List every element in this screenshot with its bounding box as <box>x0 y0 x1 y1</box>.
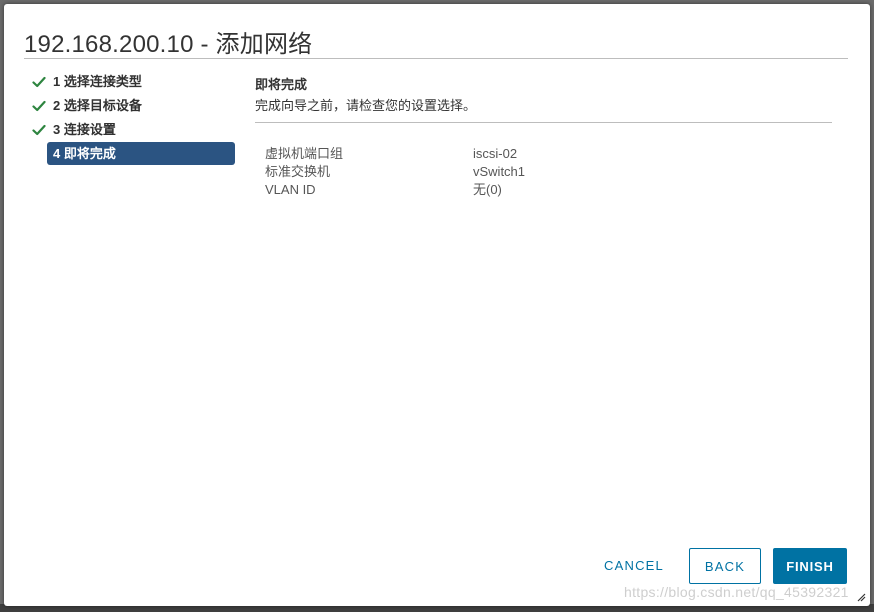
finish-button[interactable]: FINISH <box>773 548 847 584</box>
wizard-steps-nav: 1 选择连接类型 2 选择目标设备 3 连接设置 4 即将完成 <box>26 70 238 165</box>
wizard-step-label: 2 选择目标设备 <box>53 98 142 113</box>
checkmark-icon <box>32 76 46 88</box>
summary-row-port-group: 虚拟机端口组 iscsi-02 <box>255 145 833 163</box>
checkmark-icon <box>32 124 46 136</box>
summary-value: iscsi-02 <box>473 146 518 161</box>
summary-row-switch: 标准交换机 vSwitch1 <box>255 163 833 181</box>
panel-heading: 即将完成 <box>255 77 308 92</box>
wizard-step-label: 3 连接设置 <box>53 122 116 137</box>
add-network-dialog: 192.168.200.10 - 添加网络 1 选择连接类型 2 选择目标设备 … <box>4 4 870 606</box>
summary-row-vlan: VLAN ID 无(0) <box>255 181 833 199</box>
title-divider <box>24 58 848 59</box>
wizard-step-4-active[interactable]: 4 即将完成 <box>47 142 235 165</box>
panel-divider <box>255 122 832 123</box>
checkmark-icon <box>32 100 46 112</box>
wizard-step-2[interactable]: 2 选择目标设备 <box>26 94 238 118</box>
wizard-step-label: 1 选择连接类型 <box>53 74 142 89</box>
summary-key: 标准交换机 <box>265 164 331 179</box>
wizard-step-label: 4 即将完成 <box>53 146 116 161</box>
dialog-title: 192.168.200.10 - 添加网络 <box>24 31 313 58</box>
resize-grip-icon[interactable] <box>856 592 866 602</box>
panel-description: 完成向导之前，请检查您的设置选择。 <box>255 98 477 113</box>
summary-key: 虚拟机端口组 <box>265 146 344 161</box>
settings-summary: 虚拟机端口组 iscsi-02 标准交换机 vSwitch1 VLAN ID 无… <box>255 145 833 199</box>
ready-to-complete-panel: 即将完成 完成向导之前，请检查您的设置选择。 虚拟机端口组 iscsi-02 标… <box>255 76 833 199</box>
summary-value: vSwitch1 <box>473 164 526 179</box>
back-button[interactable]: BACK <box>689 548 761 584</box>
cancel-button[interactable]: CANCEL <box>594 548 674 584</box>
watermark-text: https://blog.csdn.net/qq_45392321 <box>624 584 849 600</box>
wizard-step-1[interactable]: 1 选择连接类型 <box>26 70 238 94</box>
wizard-step-3[interactable]: 3 连接设置 <box>26 118 238 142</box>
summary-value: 无(0) <box>473 182 502 197</box>
summary-key: VLAN ID <box>265 182 316 197</box>
